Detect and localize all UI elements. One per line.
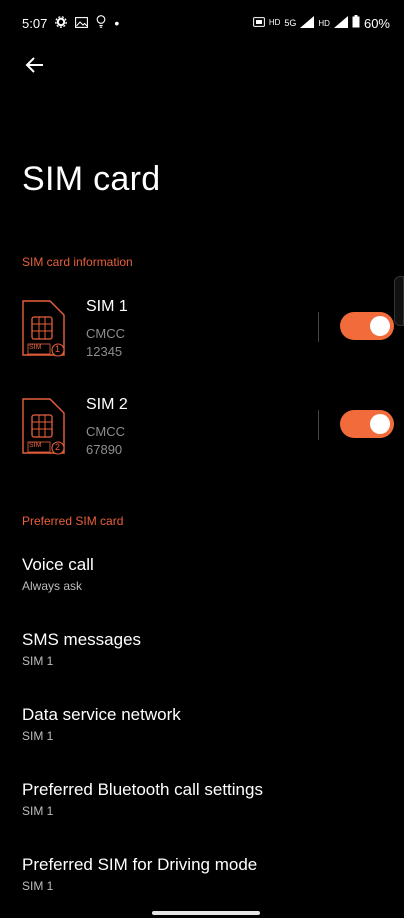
gear-icon xyxy=(55,15,68,31)
sim-2-toggle[interactable] xyxy=(340,410,394,438)
pref-bluetooth-call[interactable]: Preferred Bluetooth call settings SIM 1 xyxy=(22,780,382,818)
edge-panel-handle[interactable] xyxy=(394,276,404,326)
battery-icon xyxy=(352,15,360,31)
toggle-knob xyxy=(370,414,390,434)
volte-icon: HD xyxy=(268,18,281,27)
bulb-icon xyxy=(96,15,106,31)
pref-title: SMS messages xyxy=(22,630,142,649)
pref-value: Always ask xyxy=(22,579,83,593)
pref-value: SIM 1 xyxy=(22,654,54,668)
status-left: 5:07 • xyxy=(0,15,119,31)
section-preferred-sim: Preferred SIM card xyxy=(22,514,124,528)
sim-number: 67890 xyxy=(86,442,123,457)
dot-icon: • xyxy=(114,15,120,31)
sim-card-icon: SIM 1 xyxy=(22,300,70,357)
sim-1-toggle[interactable] xyxy=(340,312,394,340)
sim-card-icon: SIM 2 xyxy=(22,398,70,455)
status-time: 5:07 xyxy=(22,15,48,31)
sim-row-2: SIM 2 SIM 2 CMCC 67890 xyxy=(0,396,404,466)
section-sim-info: SIM card information xyxy=(22,255,133,269)
sim-row-1: SIM 1 SIM 1 CMCC 12345 xyxy=(0,298,404,368)
pref-title: Preferred Bluetooth call settings xyxy=(22,780,263,799)
toggle-knob xyxy=(370,316,390,336)
sim-status-icon xyxy=(252,16,265,30)
sim-slot-number: 1 xyxy=(55,344,61,354)
pref-title: Data service network xyxy=(22,705,181,724)
battery-percent: 60% xyxy=(363,15,390,31)
status-bar: 5:07 • HD 5G HD 60% xyxy=(0,0,404,46)
sim-number: 12345 xyxy=(86,344,123,359)
pref-driving-mode-sim[interactable]: Preferred SIM for Driving mode SIM 1 xyxy=(22,855,382,893)
pref-data-service-network[interactable]: Data service network SIM 1 xyxy=(22,705,382,743)
pref-voice-call[interactable]: Voice call Always ask xyxy=(22,555,382,593)
sim-carrier: CMCC xyxy=(86,424,125,439)
sim-name: SIM 2 xyxy=(86,396,128,413)
image-icon xyxy=(75,16,89,31)
volte-icon-2: HD xyxy=(318,18,330,28)
sim-name: SIM 1 xyxy=(86,298,128,315)
page-title: SIM card xyxy=(22,160,161,198)
sim-carrier: CMCC xyxy=(86,326,125,341)
sim-icon-label: SIM xyxy=(29,442,42,449)
signal-icon-2 xyxy=(333,15,348,31)
network-type-label: 5G xyxy=(284,18,297,28)
back-arrow-icon[interactable] xyxy=(22,52,48,78)
divider xyxy=(318,410,319,440)
home-indicator[interactable] xyxy=(152,911,260,915)
pref-sms-messages[interactable]: SMS messages SIM 1 xyxy=(22,630,382,668)
sim-icon-label: SIM xyxy=(29,344,42,351)
pref-title: Preferred SIM for Driving mode xyxy=(22,855,258,874)
pref-title: Voice call xyxy=(22,555,94,574)
status-right: HD 5G HD 60% xyxy=(252,15,404,31)
pref-value: SIM 1 xyxy=(22,879,54,893)
sim-slot-number: 2 xyxy=(55,442,61,452)
pref-value: SIM 1 xyxy=(22,729,54,743)
pref-value: SIM 1 xyxy=(22,804,54,818)
divider xyxy=(318,312,319,342)
signal-icon-1 xyxy=(300,15,315,31)
